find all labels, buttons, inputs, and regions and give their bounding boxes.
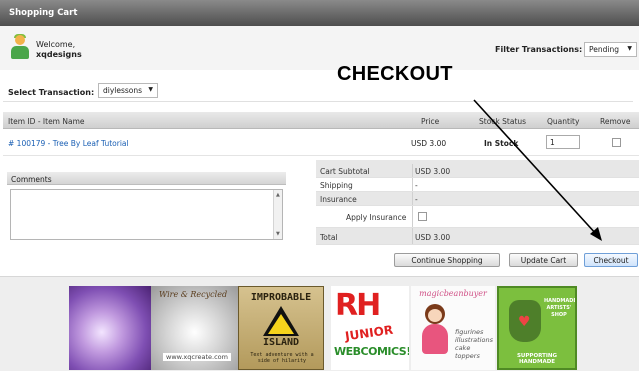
select-transaction-label: Select Transaction:: [8, 88, 95, 97]
apply-insurance-checkbox[interactable]: [418, 212, 427, 221]
cart-table-header: Item ID - Item Name Price Stock Status Q…: [3, 112, 639, 129]
ad-banner-improbable-island[interactable]: IMPROBABLE ISLAND Text adventure with a …: [238, 286, 324, 370]
shipping-value: -: [415, 181, 418, 190]
comments-label: Comments: [7, 172, 286, 185]
header-quantity: Quantity: [547, 117, 580, 126]
header-item: Item ID - Item Name: [8, 117, 85, 126]
filter-transactions-label: Filter Transactions:: [495, 45, 583, 54]
doll-figurine-icon: [422, 304, 448, 354]
header-price: Price: [421, 117, 440, 126]
continue-shopping-button[interactable]: Continue Shopping: [394, 253, 500, 267]
ad-banner-abstract[interactable]: [69, 286, 151, 370]
welcome-message: Welcome, xqdesigns: [36, 40, 82, 60]
comments-scrollbar[interactable]: ▲ ▼: [273, 190, 282, 239]
welcome-greeting: Welcome,: [36, 40, 76, 49]
update-cart-button[interactable]: Update Cart: [509, 253, 578, 267]
welcome-bar: Welcome, xqdesigns Filter Transactions: …: [0, 26, 639, 70]
select-transaction-row: Select Transaction: diylessons ▼: [3, 80, 633, 102]
ad6-bottom: SUPPORTING HANDMADE: [516, 353, 558, 365]
table-row: # 100179 - Tree By Leaf Tutorial USD 3.0…: [3, 130, 639, 156]
subtotal-row: Cart Subtotal USD 3.00: [316, 164, 639, 178]
item-link[interactable]: # 100179 - Tree By Leaf Tutorial: [8, 139, 129, 148]
checkout-button[interactable]: Checkout: [584, 253, 638, 267]
ad5-text: figurines illustrations cake toppers: [455, 328, 493, 360]
ad3-line1: IMPROBABLE: [250, 292, 312, 303]
scroll-down-icon[interactable]: ▼: [276, 231, 280, 237]
ad4-line2: JUNIOR: [344, 322, 394, 344]
header-remove: Remove: [600, 117, 631, 126]
filter-transactions-select[interactable]: Pending ▼: [584, 42, 637, 57]
filter-selected-value: Pending: [589, 45, 619, 54]
apply-insurance-label: Apply Insurance: [346, 213, 407, 222]
comments-textarea[interactable]: ▲ ▼: [10, 189, 283, 240]
ad-banner-xqcreate[interactable]: Wire & Recycled www.xqcreate.com: [151, 286, 238, 370]
ad3-line2: ISLAND: [262, 337, 300, 348]
item-stock-status: In Stock: [484, 139, 519, 148]
insurance-row: Insurance -: [316, 192, 639, 206]
item-price: USD 3.00: [411, 139, 447, 148]
scroll-up-icon[interactable]: ▲: [276, 192, 280, 198]
ad-banner-rh-junior[interactable]: RH JUNIOR WEBCOMICS!: [331, 286, 409, 370]
quantity-input[interactable]: 1: [546, 135, 580, 149]
chevron-down-icon: ▼: [148, 86, 153, 93]
chevron-down-icon: ▼: [627, 45, 632, 52]
total-row: Total USD 3.00: [316, 228, 639, 245]
window-title: Shopping Cart: [0, 0, 639, 26]
subtotal-label: Cart Subtotal: [320, 167, 370, 176]
ad-banner-handmade-artists[interactable]: ♥ HANDMADE ARTISTS' SHOP SUPPORTING HAND…: [497, 286, 577, 370]
subtotal-value: USD 3.00: [415, 167, 451, 176]
heart-icon: ♥: [518, 314, 531, 330]
ad3-tagline: Text adventure with a side of hilarity: [250, 352, 314, 364]
apply-insurance-row: Apply Insurance: [316, 206, 639, 228]
shipping-row: Shipping -: [316, 178, 639, 192]
user-avatar-icon: [10, 34, 30, 59]
ad-banner-strip: Wire & Recycled www.xqcreate.com IMPROBA…: [0, 276, 639, 371]
ad2-url: www.xqcreate.com: [163, 353, 231, 361]
total-value: USD 3.00: [415, 233, 451, 242]
ad6-top: HANDMADE ARTISTS' SHOP: [544, 298, 577, 318]
remove-checkbox[interactable]: [612, 138, 621, 147]
select-transaction-select[interactable]: diylessons ▼: [98, 83, 158, 98]
header-stock-status: Stock Status: [479, 117, 527, 126]
shipping-label: Shipping: [320, 181, 353, 190]
total-label: Total: [320, 233, 338, 242]
ad4-line1: RH: [335, 288, 381, 323]
insurance-value: -: [415, 195, 418, 204]
ad-banner-magicbeanbuyer[interactable]: magicbeanbuyer figurines illustrations c…: [411, 286, 495, 370]
welcome-username: xqdesigns: [36, 50, 82, 59]
ad4-line3: WEBCOMICS!: [334, 345, 409, 358]
ad5-title: magicbeanbuyer: [419, 289, 487, 298]
transaction-selected-value: diylessons: [103, 86, 143, 95]
insurance-label: Insurance: [320, 195, 357, 204]
ad2-title: Wire & Recycled: [159, 290, 228, 299]
